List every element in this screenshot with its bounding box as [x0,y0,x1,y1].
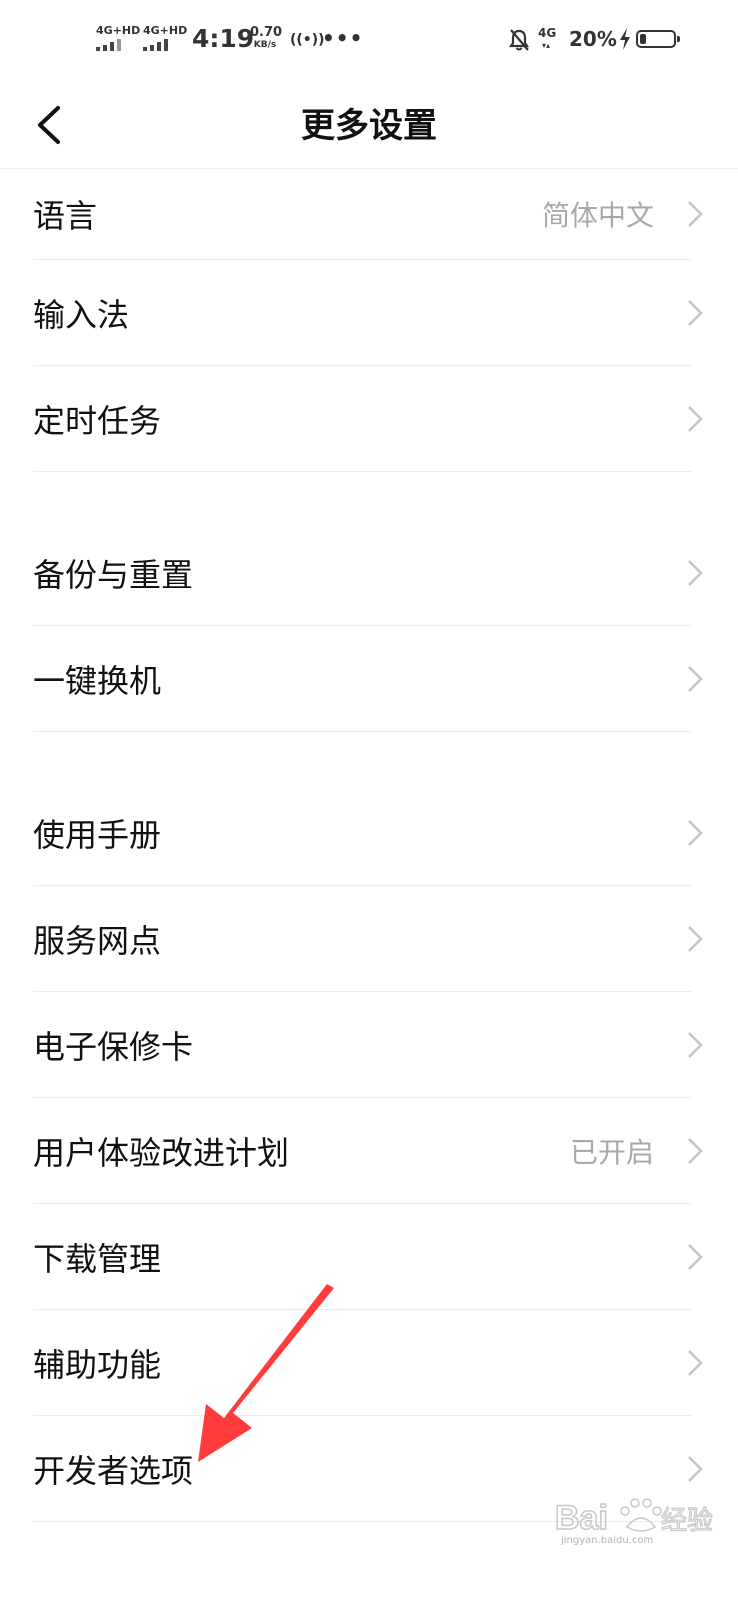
baidu-jingyan-watermark: Bai 经验 jingyan.baidu.com [554,1485,715,1555]
settings-item-phone-clone[interactable]: 一键换机 [0,626,738,732]
settings-item-service-centers[interactable]: 服务网点 [0,886,738,992]
settings-item-scheduled-tasks[interactable]: 定时任务 [0,366,738,472]
settings-item-label: 语言 [33,197,98,235]
battery-percent: 20% [569,27,617,51]
status-bar: 4G+HD 4G+HD 4:19 0.70 KB/s ((•)) ••• 4G … [0,0,738,82]
chevron-right-icon [688,201,703,227]
network-speed-value: 0.70 [250,25,283,40]
sim2-network-label: 4G+HD [143,24,188,37]
divider [33,471,692,472]
battery-nub [677,36,680,42]
network-speed-unit: KB/s [253,40,277,50]
more-notifications-icon: ••• [322,26,364,50]
sim1-signal-icon: 4G+HD [96,24,140,52]
settings-item-label: 用户体验改进计划 [33,1134,290,1172]
chevron-right-icon [688,1350,703,1376]
settings-item-label: 备份与重置 [33,556,194,594]
chevron-right-icon [688,1138,703,1164]
settings-item-label: 定时任务 [33,402,162,440]
baidu-logo: Bai 经验 [554,1498,714,1538]
svg-text:经验: 经验 [661,1505,713,1535]
settings-item-download-manager[interactable]: 下载管理 [0,1204,738,1310]
settings-item-label: 辅助功能 [33,1346,162,1384]
chevron-right-icon [688,560,703,586]
settings-item-warranty-card[interactable]: 电子保修卡 [0,992,738,1098]
chevron-right-icon [688,1032,703,1058]
navigation-header: 更多设置 [0,82,738,169]
settings-item-label: 一键换机 [33,662,162,700]
settings-item-backup-reset[interactable]: 备份与重置 [0,520,738,626]
charging-bolt-icon [620,28,630,50]
settings-item-value: 已开启 [569,1136,654,1169]
status-time: 4:19 [192,24,255,53]
settings-item-label: 开发者选项 [33,1452,194,1490]
settings-item-user-experience-program[interactable]: 用户体验改进计划 已开启 [0,1098,738,1204]
settings-item-label: 输入法 [33,296,130,334]
divider [33,731,692,732]
battery-level-fill [640,34,646,44]
settings-item-language[interactable]: 语言 简体中文 [0,168,738,260]
settings-item-accessibility[interactable]: 辅助功能 [0,1310,738,1416]
settings-item-value: 简体中文 [541,199,654,232]
battery-icon [636,30,680,48]
page-title: 更多设置 [301,106,437,146]
chevron-right-icon [688,300,703,326]
settings-item-label: 下载管理 [33,1240,162,1278]
sim1-network-label: 4G+HD [96,24,141,37]
chevron-right-icon [688,1456,703,1482]
settings-item-label: 使用手册 [33,816,162,854]
watermark-url: jingyan.baidu.com [561,1535,654,1546]
mute-bell-icon [508,29,530,51]
settings-item-label: 服务网点 [33,922,162,960]
svg-text:Bai: Bai [555,1499,608,1537]
network-speed: 0.70 KB/s [250,25,283,52]
mobile-data-icon: 4G ▾▴ [538,26,557,50]
settings-item-user-manual[interactable]: 使用手册 [0,780,738,886]
mobile-data-arrows: ▾▴ [542,41,551,50]
settings-item-label: 电子保修卡 [33,1028,194,1066]
chevron-right-icon [688,1244,703,1270]
chevron-right-icon [688,926,703,952]
chevron-right-icon [688,406,703,432]
sim2-signal-icon: 4G+HD [143,24,187,52]
hotspot-icon: ((•)) [290,32,325,48]
mobile-data-label: 4G [538,26,557,40]
chevron-right-icon [688,820,703,846]
chevron-right-icon [688,666,703,692]
settings-item-input-method[interactable]: 输入法 [0,260,738,366]
